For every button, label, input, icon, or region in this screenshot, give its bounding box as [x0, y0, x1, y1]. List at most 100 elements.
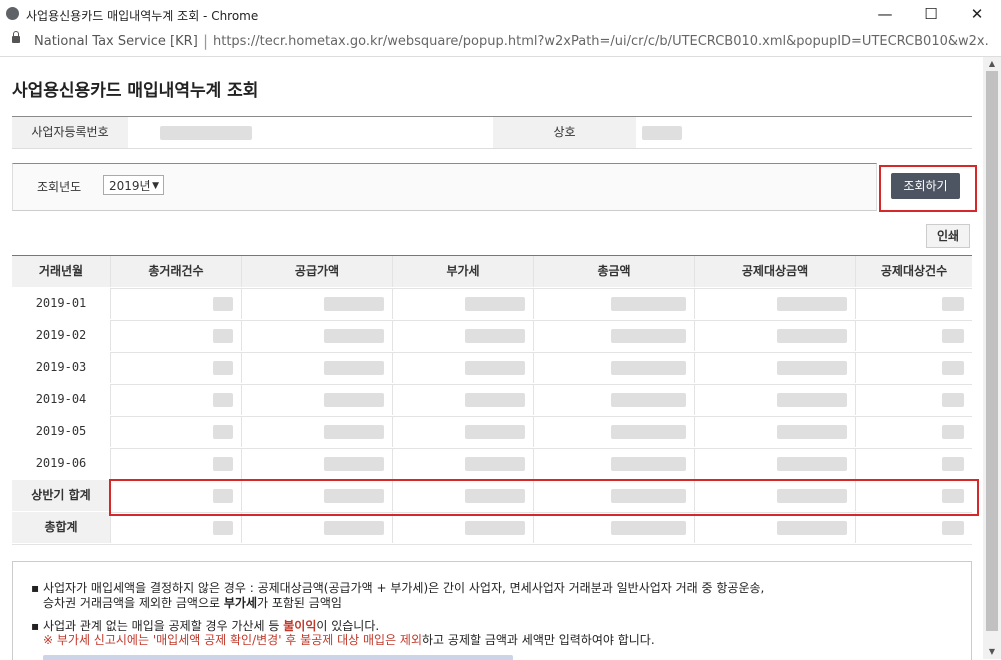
table-cell-masked-value	[856, 416, 972, 447]
company-value	[642, 117, 702, 148]
table-cell-masked-value	[856, 384, 972, 415]
masked-value	[465, 520, 525, 535]
table-row: 2019-05	[12, 416, 972, 449]
scrollbar-thumb[interactable]	[986, 71, 998, 631]
window-titlebar: 사업용신용카드 매입내역누계 조회 - Chrome — ☐ ✕	[0, 0, 1001, 29]
table-cell-masked-value	[242, 352, 393, 383]
masked-value	[777, 328, 847, 343]
table-cell-masked-value	[111, 320, 242, 351]
table-cell-masked-value	[111, 512, 242, 543]
table-cell-masked-value	[242, 384, 393, 415]
masked-value	[942, 392, 964, 407]
note-1-line-2-bold: 부가세	[223, 596, 257, 610]
minimize-button[interactable]: —	[862, 2, 908, 26]
table-cell-masked-value	[695, 384, 856, 415]
table-cell-masked-value	[111, 416, 242, 447]
table-cell-masked-value	[393, 288, 534, 319]
masked-value	[324, 392, 384, 407]
year-select[interactable]: 2019년 ▼	[103, 175, 164, 195]
note-1-line-2-b: 가 포함된 금액임	[256, 596, 342, 610]
note-1-line-2: 승차권 거래금액을 제외한 금액으로 부가세가 포함된 금액임	[43, 594, 342, 611]
table-cell-masked-value	[534, 352, 695, 383]
business-info-table: 사업자등록번호 상호	[12, 116, 972, 149]
table-cell-masked-value	[393, 512, 534, 543]
table-cell-masked-value	[534, 416, 695, 447]
address-bar[interactable]: National Tax Service [KR] | https://tecr…	[0, 28, 1001, 57]
masked-value	[942, 456, 964, 471]
note-3-b: 하고 공제할 금액과 세액만 입력하여야 합니다.	[422, 633, 655, 647]
bizno-label: 사업자등록번호	[12, 117, 128, 148]
table-row: 2019-06	[12, 448, 972, 481]
table-cell-masked-value	[695, 512, 856, 543]
table-row: 2019-01	[12, 288, 972, 321]
masked-value	[611, 360, 686, 375]
masked-value	[213, 360, 233, 375]
row-month-label: 2019-04	[12, 384, 111, 415]
table-cell-masked-value	[111, 448, 242, 479]
table-cell-masked-value	[393, 448, 534, 479]
year-label: 조회년도	[37, 180, 82, 194]
masked-value	[465, 360, 525, 375]
purchase-summary-table: 거래년월 총거래건수 공급가액 부가세 총금액 공제대상금액 공제대상건수 20…	[12, 255, 972, 545]
col-header-deductible-count: 공제대상건수	[856, 256, 972, 287]
table-cell-masked-value	[534, 512, 695, 543]
masked-value	[942, 424, 964, 439]
masked-value	[213, 456, 233, 471]
masked-value	[324, 296, 384, 311]
table-cell-masked-value	[242, 416, 393, 447]
table-cell-masked-value	[695, 448, 856, 479]
notes-panel: ▪ 사업자가 매입세액을 결정하지 않은 경우 : 공제대상금액(공급가액 + …	[12, 561, 972, 660]
table-cell-masked-value	[242, 320, 393, 351]
note-1-text: 사업자가 매입세액을 결정하지 않은 경우 : 공제대상금액(공급가액 + 부가…	[42, 581, 765, 595]
scroll-down-icon[interactable]: ▼	[983, 645, 1001, 659]
dropdown-arrow-icon: ▼	[152, 181, 159, 191]
masked-value	[213, 328, 233, 343]
table-cell-masked-value	[856, 512, 972, 543]
site-identity[interactable]: National Tax Service [KR]	[34, 34, 198, 49]
masked-value	[324, 456, 384, 471]
table-cell-masked-value	[695, 352, 856, 383]
masked-value	[777, 392, 847, 407]
search-button[interactable]: 조회하기	[891, 173, 960, 199]
masked-value	[465, 392, 525, 407]
masked-value	[942, 520, 964, 535]
masked-value	[611, 424, 686, 439]
note-3: ※ 부가세 신고시에는 '매입세액 공제 확인/변경' 후 불공제 대상 매입은…	[43, 631, 655, 648]
table-cell-masked-value	[856, 352, 972, 383]
masked-value	[611, 520, 686, 535]
table-cell-masked-value	[695, 320, 856, 351]
table-cell-masked-value	[111, 352, 242, 383]
table-cell-masked-value	[695, 416, 856, 447]
maximize-button[interactable]: ☐	[908, 2, 954, 26]
print-button[interactable]: 인쇄	[926, 224, 970, 248]
masked-value	[611, 456, 686, 471]
col-header-month: 거래년월	[12, 256, 111, 287]
masked-value	[213, 424, 233, 439]
masked-value	[942, 328, 964, 343]
note-3-a: ※ 부가세 신고시에는 '매입세액 공제 확인/변경' 후 불공제 대상 매입은…	[43, 633, 423, 647]
url-text[interactable]: https://tecr.hometax.go.kr/websquare/pop…	[213, 34, 988, 49]
table-cell-masked-value	[534, 288, 695, 319]
masked-value	[324, 424, 384, 439]
company-label: 상호	[493, 117, 636, 148]
masked-value	[611, 392, 686, 407]
half-total-highlight	[109, 479, 979, 516]
table-cell-masked-value	[856, 320, 972, 351]
close-button[interactable]: ✕	[954, 2, 1000, 26]
masked-value	[465, 296, 525, 311]
lock-icon	[12, 31, 20, 43]
masked-value	[465, 328, 525, 343]
masked-value	[324, 520, 384, 535]
row-total-label: 상반기 합계	[12, 480, 111, 511]
window-title: 사업용신용카드 매입내역누계 조회 - Chrome	[26, 9, 259, 23]
chrome-favicon-icon	[6, 7, 19, 20]
col-header-vat: 부가세	[393, 256, 534, 287]
table-cell-masked-value	[856, 448, 972, 479]
scroll-up-icon[interactable]: ▲	[983, 57, 1001, 71]
col-header-deductible-amount: 공제대상금액	[695, 256, 856, 287]
row-total-label: 총합계	[12, 512, 111, 543]
col-header-total-amount: 총금액	[534, 256, 695, 287]
vertical-scrollbar[interactable]: ▲ ▼	[983, 57, 1001, 659]
table-cell-masked-value	[856, 288, 972, 319]
table-cell-masked-value	[111, 288, 242, 319]
